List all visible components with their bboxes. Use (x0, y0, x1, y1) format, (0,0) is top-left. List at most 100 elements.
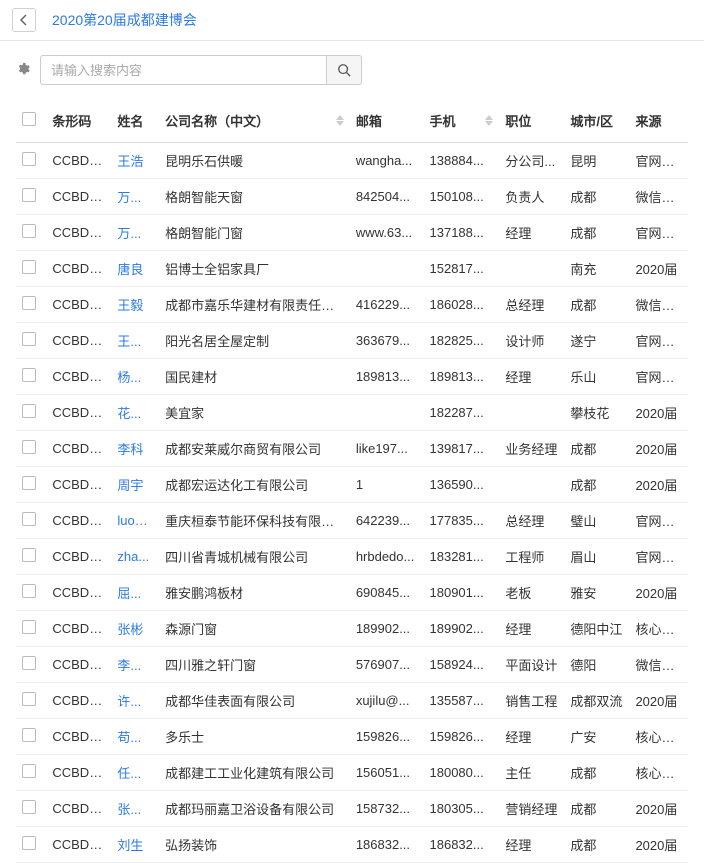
table-row[interactable]: CCBD2... 张... 成都玛丽嘉卫浴设备有限公司 158732... 18… (16, 791, 688, 827)
cell-name[interactable]: 屈... (111, 575, 159, 611)
row-checkbox[interactable] (22, 656, 36, 670)
row-checkbox[interactable] (22, 260, 36, 274)
header-source[interactable]: 来源 (629, 99, 688, 143)
cell-company: 阳光名居全屋定制 (159, 323, 350, 359)
row-checkbox[interactable] (22, 188, 36, 202)
table-row[interactable]: CCBD2... 王... 阳光名居全屋定制 363679... 182825.… (16, 323, 688, 359)
cell-position (499, 395, 564, 431)
cell-email: xujilu@... (350, 683, 424, 719)
table-row[interactable]: CCBD2... 李... 四川雅之轩门窗 576907... 158924..… (16, 647, 688, 683)
cell-position: 经理 (499, 827, 564, 863)
table-row[interactable]: CCBD2... 屈... 雅安鹏鸿板材 690845... 180901...… (16, 575, 688, 611)
cell-source: 微信订... (629, 647, 688, 683)
cell-name[interactable]: 刘生 (111, 827, 159, 863)
table-row[interactable]: CCBD2... 周宇 成都宏运达化工有限公司 1 136590... 成都 2… (16, 467, 688, 503)
table-row[interactable]: CCBD2... zha... 四川省青城机械有限公司 hrbdedo... 1… (16, 539, 688, 575)
table-row[interactable]: CCBD2... 万... 格朗智能天窗 842504... 150108...… (16, 179, 688, 215)
cell-position: 经理 (499, 611, 564, 647)
cell-email: 363679... (350, 323, 424, 359)
cell-position: 经理 (499, 359, 564, 395)
table-row[interactable]: CCBD2... 张彬 森源门窗 189902... 189902... 经理 … (16, 611, 688, 647)
cell-barcode: CCBD2... (46, 323, 111, 359)
search-input[interactable] (40, 55, 326, 85)
cell-city: 成都 (564, 755, 629, 791)
header-company[interactable]: 公司名称（中文） (159, 99, 350, 143)
table-row[interactable]: CCBD2... 王毅 成都市嘉乐华建材有限责任公司 416229... 186… (16, 287, 688, 323)
row-checkbox[interactable] (22, 440, 36, 454)
row-checkbox[interactable] (22, 368, 36, 382)
row-checkbox[interactable] (22, 764, 36, 778)
table-row[interactable]: CCBD2... 唐良 铝博士全铝家具厂 152817... 南充 2020届 (16, 251, 688, 287)
row-checkbox[interactable] (22, 836, 36, 850)
row-checkbox[interactable] (22, 476, 36, 490)
cell-company: 成都华佳表面有限公司 (159, 683, 350, 719)
cell-name[interactable]: 王浩 (111, 143, 159, 179)
table-row[interactable]: CCBD2... 许... 成都华佳表面有限公司 xujilu@... 1355… (16, 683, 688, 719)
table-row[interactable]: CCBD2... 王浩 昆明乐石供暖 wangha... 138884... 分… (16, 143, 688, 179)
cell-city: 遂宁 (564, 323, 629, 359)
row-checkbox[interactable] (22, 584, 36, 598)
cell-city: 德阳中江 (564, 611, 629, 647)
header-phone[interactable]: 手机 (424, 99, 500, 143)
header-email[interactable]: 邮箱 (350, 99, 424, 143)
cell-source: 官网登记 (629, 323, 688, 359)
header-position[interactable]: 职位 (499, 99, 564, 143)
row-checkbox[interactable] (22, 728, 36, 742)
cell-name[interactable]: luowei (111, 503, 159, 539)
cell-phone: 182287... (424, 395, 500, 431)
cell-name[interactable]: 花... (111, 395, 159, 431)
table-row[interactable]: CCBD2... 花... 美宜家 182287... 攀枝花 2020届 (16, 395, 688, 431)
sort-icon[interactable] (485, 115, 493, 126)
table-row[interactable]: CCBD2... 刘生 弘扬装饰 186832... 186832... 经理 … (16, 827, 688, 863)
cell-name[interactable]: 周宇 (111, 467, 159, 503)
cell-barcode: CCBD2... (46, 179, 111, 215)
header-name[interactable]: 姓名 (111, 99, 159, 143)
cell-name[interactable]: zha... (111, 539, 159, 575)
cell-name[interactable]: 张彬 (111, 611, 159, 647)
table-row[interactable]: CCBD2... luowei 重庆桓泰节能环保科技有限公司 642239...… (16, 503, 688, 539)
cell-name[interactable]: 张... (111, 791, 159, 827)
cell-email: 159826... (350, 719, 424, 755)
cell-position: 主任 (499, 755, 564, 791)
cell-name[interactable]: 杨... (111, 359, 159, 395)
cell-name[interactable]: 任... (111, 755, 159, 791)
table-row[interactable]: CCBD2... 李科 成都安莱威尔商贸有限公司 like197... 1398… (16, 431, 688, 467)
row-checkbox[interactable] (22, 548, 36, 562)
table-row[interactable]: CCBD2... 杨... 国民建材 189813... 189813... 经… (16, 359, 688, 395)
cell-name[interactable]: 万... (111, 215, 159, 251)
cell-position (499, 251, 564, 287)
row-checkbox[interactable] (22, 224, 36, 238)
table-row[interactable]: CCBD2... 苟... 多乐士 159826... 159826... 经理… (16, 719, 688, 755)
cell-name[interactable]: 李科 (111, 431, 159, 467)
header-city[interactable]: 城市/区 (564, 99, 629, 143)
cell-name[interactable]: 王毅 (111, 287, 159, 323)
cell-name[interactable]: 王... (111, 323, 159, 359)
header-barcode[interactable]: 条形码 (46, 99, 111, 143)
search-button[interactable] (326, 55, 362, 85)
row-checkbox[interactable] (22, 620, 36, 634)
cell-company: 成都建工工业化建筑有限公司 (159, 755, 350, 791)
cell-city: 成都 (564, 179, 629, 215)
table-row[interactable]: CCBD2... 万... 格朗智能门窗 www.63... 137188...… (16, 215, 688, 251)
row-checkbox[interactable] (22, 692, 36, 706)
row-checkbox[interactable] (22, 152, 36, 166)
cell-company: 四川省青城机械有限公司 (159, 539, 350, 575)
row-checkbox[interactable] (22, 332, 36, 346)
row-checkbox[interactable] (22, 800, 36, 814)
row-checkbox[interactable] (22, 296, 36, 310)
table-row[interactable]: CCBD2... 任... 成都建工工业化建筑有限公司 156051... 18… (16, 755, 688, 791)
row-checkbox[interactable] (22, 404, 36, 418)
cell-name[interactable]: 万... (111, 179, 159, 215)
sort-icon[interactable] (336, 115, 344, 126)
page-title[interactable]: 2020第20届成都建博会 (52, 10, 197, 30)
cell-name[interactable]: 许... (111, 683, 159, 719)
cell-phone: 180305... (424, 791, 500, 827)
back-button[interactable] (12, 8, 36, 32)
cell-position: 业务经理 (499, 431, 564, 467)
row-checkbox[interactable] (22, 512, 36, 526)
cell-name[interactable]: 苟... (111, 719, 159, 755)
gear-icon[interactable] (16, 62, 30, 79)
cell-name[interactable]: 李... (111, 647, 159, 683)
cell-name[interactable]: 唐良 (111, 251, 159, 287)
select-all-checkbox[interactable] (22, 112, 36, 126)
